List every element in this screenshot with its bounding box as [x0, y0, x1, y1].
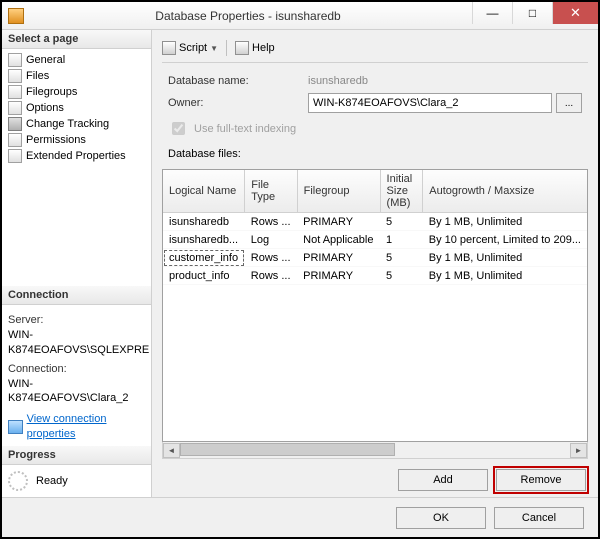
table-row[interactable]: isunsharedbRows ...PRIMARY5By 1 MB, Unli… [163, 213, 587, 231]
page-general[interactable]: General [6, 52, 147, 68]
connection-body: Server: WIN-K874EOAFOVS\SQLEXPRE Connect… [2, 305, 151, 446]
page-icon [8, 149, 22, 163]
window-buttons: — □ ✕ [472, 2, 598, 29]
grid-buttons: Add Remove [162, 459, 588, 493]
col-logical-name[interactable]: Logical Name [163, 170, 245, 213]
files-grid[interactable]: Logical Name File Type Filegroup Initial… [162, 169, 588, 442]
spinner-icon [8, 471, 28, 491]
ok-button[interactable]: OK [396, 507, 486, 529]
page-icon [8, 133, 22, 147]
connection-label: Connection: [8, 362, 145, 377]
grid-wrap: Logical Name File Type Filegroup Initial… [162, 169, 588, 459]
col-initial-size[interactable]: Initial Size (MB) [380, 170, 423, 213]
dialog-footer: OK Cancel [2, 497, 598, 537]
page-options[interactable]: Options [6, 100, 147, 116]
owner-input[interactable] [308, 93, 552, 113]
owner-browse-button[interactable]: ... [556, 93, 582, 113]
progress-value: Ready [36, 475, 68, 487]
close-button[interactable]: ✕ [552, 2, 598, 24]
server-value: WIN-K874EOAFOVS\SQLEXPRE [8, 328, 145, 358]
app-icon [8, 8, 24, 24]
remove-button[interactable]: Remove [496, 469, 586, 491]
toolbar: Script ▼ Help [162, 38, 588, 63]
page-icon [8, 85, 22, 99]
fulltext-label: Use full-text indexing [194, 123, 296, 135]
progress-body: Ready [2, 465, 151, 497]
page-icon [8, 53, 22, 67]
script-button[interactable]: Script ▼ [162, 41, 218, 55]
progress-header: Progress [2, 446, 151, 465]
scroll-thumb[interactable] [180, 443, 395, 456]
page-icon [8, 101, 22, 115]
window-title: Database Properties - isunsharedb [24, 9, 472, 23]
add-button[interactable]: Add [398, 469, 488, 491]
server-label: Server: [8, 313, 145, 328]
help-icon [235, 41, 249, 55]
col-filegroup[interactable]: Filegroup [297, 170, 380, 213]
connection-icon [8, 420, 23, 434]
col-file-type[interactable]: File Type [245, 170, 297, 213]
chevron-down-icon: ▼ [210, 44, 218, 53]
page-extended-properties[interactable]: Extended Properties [6, 148, 147, 164]
files-label: Database files: [168, 148, 582, 160]
maximize-button[interactable]: □ [512, 2, 552, 24]
select-page-header: Select a page [2, 30, 151, 49]
db-name-value: isunsharedb [308, 75, 368, 87]
table-row[interactable]: product_infoRows ...PRIMARY5By 1 MB, Unl… [163, 267, 587, 285]
page-permissions[interactable]: Permissions [6, 132, 147, 148]
scroll-left-arrow[interactable]: ◄ [163, 443, 180, 458]
page-files[interactable]: Files [6, 68, 147, 84]
table-row[interactable]: isunsharedb...LogNot Applicable1By 10 pe… [163, 231, 587, 249]
scroll-track[interactable] [180, 443, 570, 458]
fulltext-checkbox [172, 122, 185, 135]
wrench-icon [8, 117, 22, 131]
script-icon [162, 41, 176, 55]
horizontal-scrollbar[interactable]: ◄ ► [162, 442, 588, 459]
connection-value: WIN-K874EOAFOVS\Clara_2 [8, 377, 145, 407]
connection-header: Connection [2, 286, 151, 305]
help-button[interactable]: Help [235, 41, 275, 55]
titlebar: Database Properties - isunsharedb — □ ✕ [2, 2, 598, 30]
page-tree: General Files Filegroups Options Change … [2, 49, 151, 167]
form-area: Database name: isunsharedb Owner: ... Us… [162, 63, 588, 169]
owner-label: Owner: [168, 97, 308, 109]
page-change-tracking[interactable]: Change Tracking [6, 116, 147, 132]
right-pane: Script ▼ Help Database name: isunsharedb… [152, 30, 598, 497]
scroll-right-arrow[interactable]: ► [570, 443, 587, 458]
cancel-button[interactable]: Cancel [494, 507, 584, 529]
table-row[interactable]: customer_infoRows ...PRIMARY5By 1 MB, Un… [163, 249, 587, 267]
db-name-label: Database name: [168, 75, 308, 87]
col-autogrowth[interactable]: Autogrowth / Maxsize [423, 170, 587, 213]
minimize-button[interactable]: — [472, 2, 512, 24]
view-connection-props-link[interactable]: View connection properties [27, 412, 145, 442]
left-pane: Select a page General Files Filegroups O… [2, 30, 152, 497]
separator [226, 40, 227, 56]
page-filegroups[interactable]: Filegroups [6, 84, 147, 100]
page-icon [8, 69, 22, 83]
